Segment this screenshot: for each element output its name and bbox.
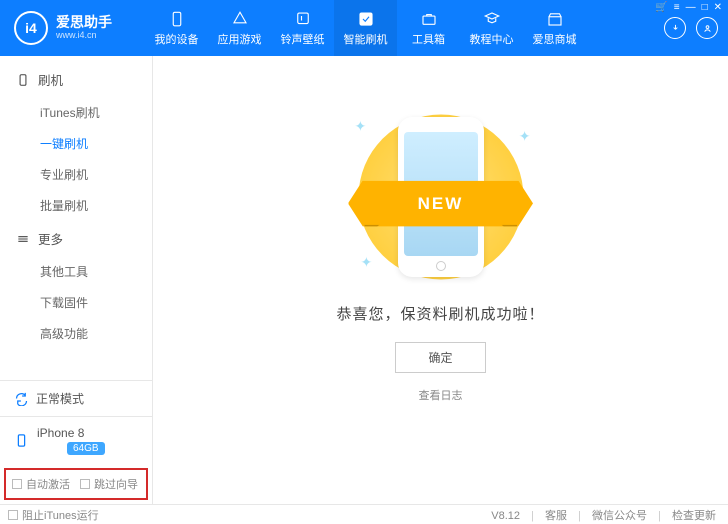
sidebar-item-itunes-flash[interactable]: iTunes刷机 xyxy=(0,97,152,128)
download-icon[interactable] xyxy=(664,17,686,39)
nav-ringtone[interactable]: 铃声壁纸 xyxy=(271,0,334,56)
sidebar-item-oneclick-flash[interactable]: 一键刷机 xyxy=(0,128,152,159)
checkbox-auto-activate[interactable]: 自动激活 xyxy=(12,476,70,492)
apps-icon xyxy=(231,10,249,28)
view-log-link[interactable]: 查看日志 xyxy=(419,387,463,403)
logo-badge: i4 xyxy=(14,11,48,45)
nav-device[interactable]: 我的设备 xyxy=(145,0,208,56)
menu-icon[interactable]: ≡ xyxy=(674,2,680,13)
checkbox-icon xyxy=(12,479,22,489)
link-service[interactable]: 客服 xyxy=(545,510,567,522)
nav-tutorial[interactable]: 教程中心 xyxy=(460,0,523,56)
sidebar-group-flash: 刷机 xyxy=(0,62,152,97)
checkbox-skip-setup[interactable]: 跳过向导 xyxy=(80,476,138,492)
link-update[interactable]: 检查更新 xyxy=(672,510,716,522)
music-icon xyxy=(294,10,312,28)
user-icon[interactable] xyxy=(696,17,718,39)
nav-apps[interactable]: 应用游戏 xyxy=(208,0,271,56)
close-icon[interactable]: ✕ xyxy=(714,2,722,13)
device-mode-row[interactable]: 正常模式 xyxy=(0,381,152,417)
mode-label: 正常模式 xyxy=(36,390,84,407)
nav-label: 应用游戏 xyxy=(218,31,262,47)
flash-icon xyxy=(357,10,375,28)
sidebar-item-batch-flash[interactable]: 批量刷机 xyxy=(0,190,152,221)
app-logo: i4 爱思助手 www.i4.cn xyxy=(0,11,145,45)
group-title: 刷机 xyxy=(38,70,63,89)
separator: | xyxy=(658,510,661,522)
more-icon xyxy=(16,232,30,246)
store-icon xyxy=(546,10,564,28)
device-name: iPhone 8 xyxy=(37,426,105,440)
link-wechat[interactable]: 微信公众号 xyxy=(592,510,647,522)
nav-label: 工具箱 xyxy=(412,31,445,47)
toolbox-icon xyxy=(420,10,438,28)
checkbox-icon xyxy=(8,510,18,520)
separator: | xyxy=(578,510,581,522)
maximize-icon[interactable]: □ xyxy=(702,2,708,13)
sidebar-group-more: 更多 xyxy=(0,221,152,256)
sidebar-item-advanced[interactable]: 高级功能 xyxy=(0,318,152,349)
sparkle-icon: ✦ xyxy=(355,118,367,135)
success-illustration: ✦ ✦ ✦ NEW xyxy=(331,114,551,279)
version-label: V8.12 xyxy=(491,510,520,522)
device-phone-icon xyxy=(14,433,29,448)
ok-button[interactable]: 确定 xyxy=(395,342,485,373)
minimize-icon[interactable]: — xyxy=(686,2,696,13)
sidebar-item-download-fw[interactable]: 下载固件 xyxy=(0,287,152,318)
tutorial-icon xyxy=(483,10,501,28)
sparkle-icon: ✦ xyxy=(519,128,531,145)
nav-label: 爱思商城 xyxy=(533,31,577,47)
sidebar-item-pro-flash[interactable]: 专业刷机 xyxy=(0,159,152,190)
app-name: 爱思助手 xyxy=(56,15,112,30)
nav-label: 教程中心 xyxy=(470,31,514,47)
options-highlight-box: 自动激活 跳过向导 xyxy=(4,468,148,500)
nav-label: 智能刷机 xyxy=(344,31,388,47)
group-title: 更多 xyxy=(38,229,63,248)
cart-icon[interactable]: 🛒 xyxy=(655,2,667,13)
separator: | xyxy=(531,510,534,522)
sparkle-icon: ✦ xyxy=(361,254,373,271)
device-icon xyxy=(168,10,186,28)
capacity-badge: 64GB xyxy=(67,442,105,455)
checkbox-label: 跳过向导 xyxy=(94,476,138,492)
new-ribbon: NEW xyxy=(348,180,533,226)
checkbox-block-itunes[interactable]: 阻止iTunes运行 xyxy=(8,507,99,523)
nav-label: 铃声壁纸 xyxy=(281,31,325,47)
checkbox-icon xyxy=(80,479,90,489)
nav-toolbox[interactable]: 工具箱 xyxy=(397,0,460,56)
success-message: 恭喜您，保资料刷机成功啦！ xyxy=(336,303,544,324)
sidebar-item-other-tools[interactable]: 其他工具 xyxy=(0,256,152,287)
app-site: www.i4.cn xyxy=(56,31,112,41)
refresh-icon xyxy=(14,391,29,406)
checkbox-label: 阻止iTunes运行 xyxy=(22,507,99,523)
nav-store[interactable]: 爱思商城 xyxy=(523,0,586,56)
nav-label: 我的设备 xyxy=(155,31,199,47)
device-row[interactable]: iPhone 8 64GB xyxy=(0,417,152,464)
nav-flash[interactable]: 智能刷机 xyxy=(334,0,397,56)
checkbox-label: 自动激活 xyxy=(26,476,70,492)
phone-icon xyxy=(16,73,30,87)
